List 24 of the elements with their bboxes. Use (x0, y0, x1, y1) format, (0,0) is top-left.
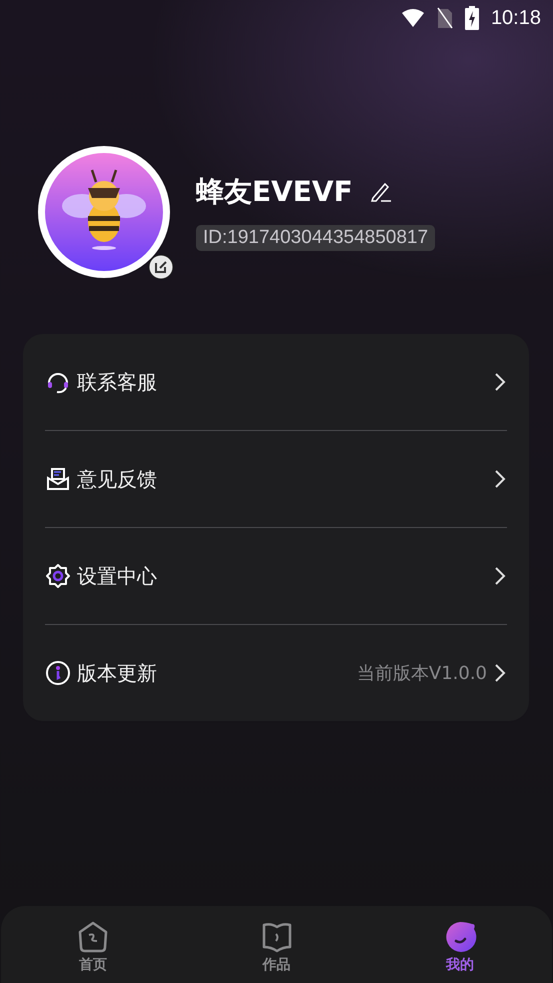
menu-item[interactable]: 版本更新 (77, 660, 351, 686)
gear-icon (45, 563, 71, 589)
envelope-icon (45, 466, 71, 492)
nav-tab[interactable]: 作品 (184, 906, 368, 983)
chevron-right-icon (493, 469, 507, 489)
edit-avatar-icon[interactable] (148, 254, 174, 280)
chevron-right-icon (493, 372, 507, 392)
chevron-right-icon (493, 566, 507, 586)
bee-avatar-drawing[interactable] (38, 146, 170, 278)
wifi-icon (400, 8, 425, 28)
nav-tab[interactable]: 我的 (368, 906, 552, 983)
menu-item[interactable]: 设置中心 (77, 562, 487, 590)
menu-item[interactable]: 联系客服 (77, 368, 487, 396)
user-name: 蜂友EVEVF (196, 174, 353, 210)
no-sim-icon (436, 7, 453, 29)
nav-tab[interactable]: 首页 (1, 906, 185, 983)
info-icon (45, 660, 71, 686)
user-id: ID:1917403044354850817 (196, 225, 436, 251)
battery-charging-icon (464, 6, 479, 30)
menu-item[interactable]: 意见反馈 (77, 466, 487, 492)
chevron-right-icon (493, 663, 507, 683)
pencil-icon[interactable] (368, 180, 393, 204)
status-time: 10:18 (490, 6, 541, 30)
version-text: 当前版本V1.0.0 (356, 662, 487, 685)
